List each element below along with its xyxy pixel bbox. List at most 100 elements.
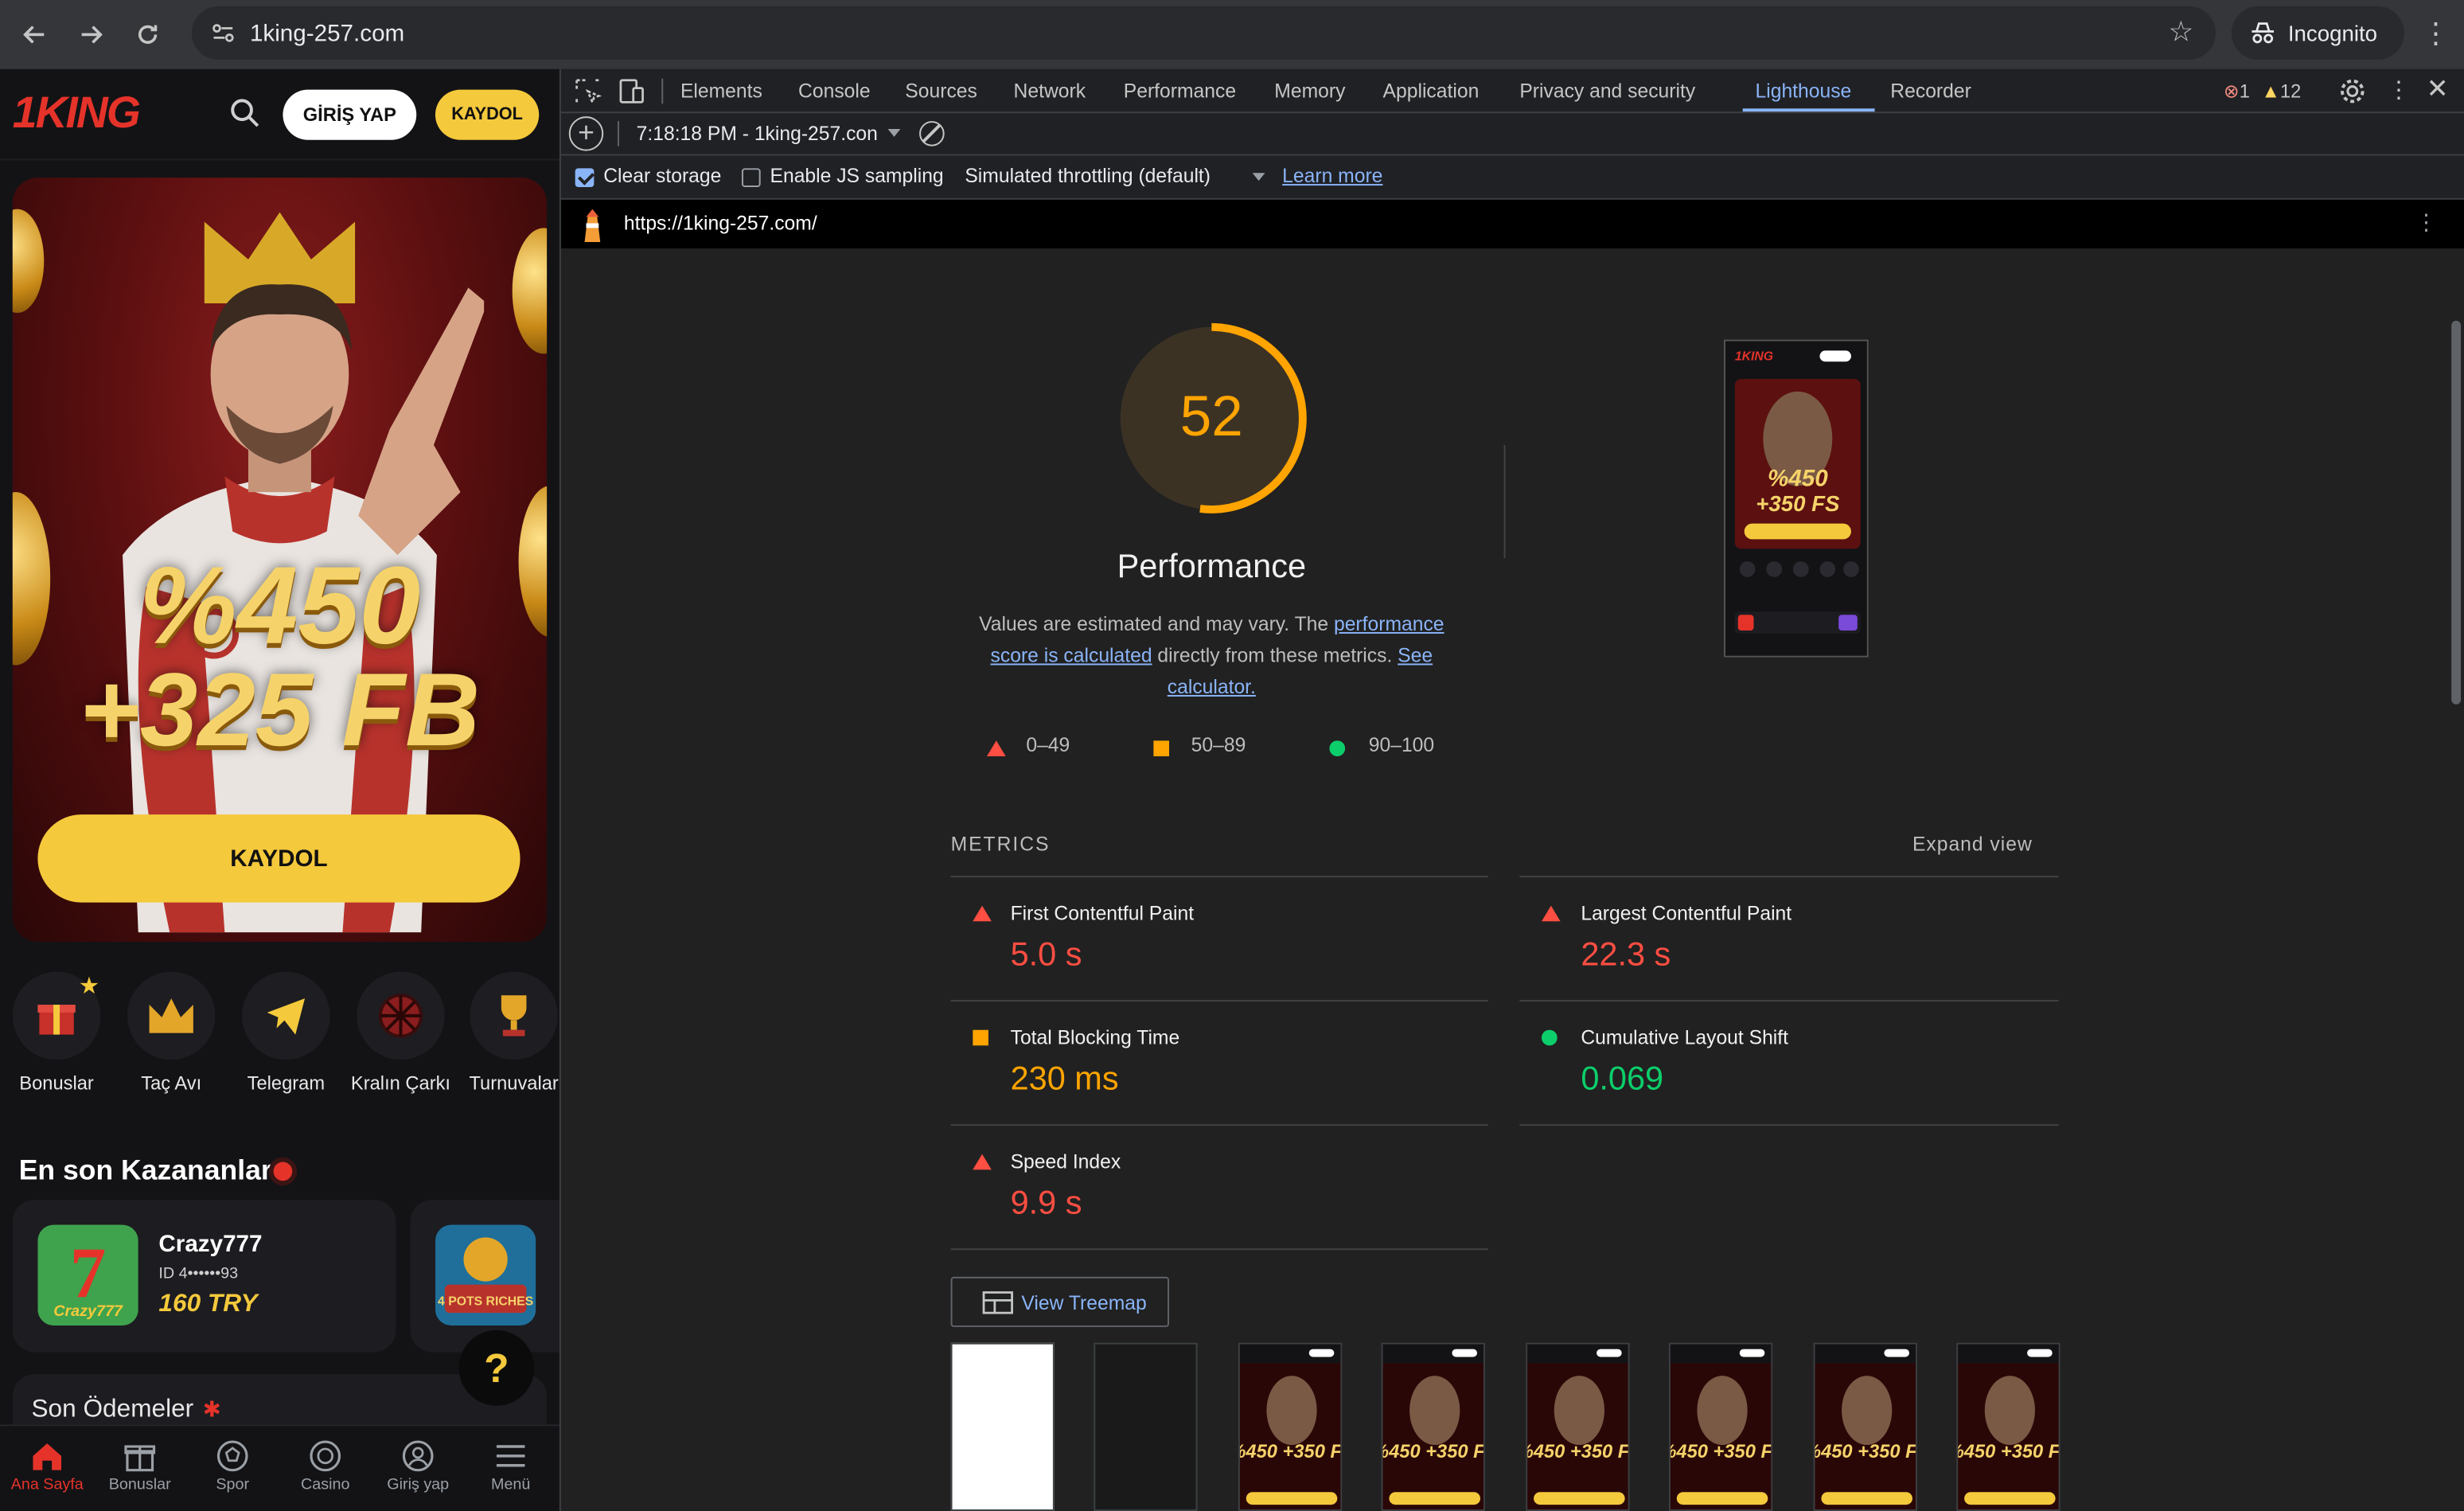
crown-icon — [127, 971, 216, 1060]
forward-arrow-icon[interactable] — [69, 13, 113, 57]
devtools-menu-icon[interactable]: ⋮ — [2387, 76, 2411, 104]
category-label: Bonuslar — [19, 1072, 94, 1095]
js-sampling-label[interactable]: Enable JS sampling — [770, 165, 944, 187]
throttling-select[interactable]: Simulated throttling (default) — [965, 165, 1211, 187]
tab-giris-yap[interactable]: Giriş yap — [371, 1435, 465, 1493]
expand-view-toggle[interactable]: Expand view — [1912, 834, 2033, 856]
tab-lighthouse[interactable]: Lighthouse — [1756, 80, 1852, 103]
category-label: Taç Avı — [141, 1072, 202, 1095]
clear-storage-label[interactable]: Clear storage — [603, 165, 721, 187]
tab-label: Bonuslar — [108, 1476, 171, 1494]
tab-menu[interactable]: Menü — [463, 1435, 557, 1493]
tab-privacy-security[interactable]: Privacy and security — [1519, 80, 1695, 103]
tab-recorder[interactable]: Recorder — [1890, 80, 1971, 103]
hero-banner[interactable]: %450 +325 FB KAYDOL — [12, 178, 548, 943]
fail-triangle-icon — [1541, 905, 1561, 922]
game-thumbnail: 4 POTS RICHES — [435, 1224, 536, 1326]
search-icon[interactable] — [229, 97, 260, 129]
tab-spor[interactable]: Spor — [185, 1435, 279, 1493]
filmstrip-frame[interactable]: %450 +350 FS — [1813, 1342, 1917, 1511]
view-treemap-button[interactable]: View Treemap — [950, 1276, 1170, 1327]
tab-memory[interactable]: Memory — [1274, 80, 1345, 103]
filmstrip-frame[interactable]: %450 +350 FS — [1956, 1342, 2060, 1511]
winner-card[interactable]: 7 Crazy777 Crazy777 ID 4••••••93 160 TRY — [12, 1199, 396, 1353]
menu-icon — [463, 1435, 557, 1476]
tab-label: Casino — [300, 1476, 350, 1494]
tab-ana-sayfa[interactable]: Ana Sayfa — [0, 1435, 94, 1493]
back-arrow-icon[interactable] — [13, 13, 57, 57]
site-logo[interactable]: 1KING — [13, 88, 141, 139]
issues-counter[interactable]: ⊗1 ▲12 — [2224, 80, 2301, 103]
fail-triangle-icon — [973, 905, 992, 922]
login-button[interactable]: GİRİŞ YAP — [283, 89, 417, 140]
js-sampling-checkbox[interactable] — [741, 168, 761, 188]
tab-performance[interactable]: Performance — [1124, 80, 1236, 103]
filmstrip-frame[interactable]: %450 +350 FS — [1526, 1342, 1630, 1511]
filmstrip-frame[interactable] — [1094, 1342, 1198, 1511]
metric-divider — [1519, 1000, 2059, 1002]
hero-register-button[interactable]: KAYDOL — [37, 814, 520, 903]
inspect-element-icon[interactable] — [574, 77, 602, 106]
winner-card[interactable]: 4 POTS RICHES — [410, 1199, 559, 1353]
asterisk-icon: ✱ — [202, 1396, 221, 1422]
chevron-down-icon[interactable] — [1252, 173, 1265, 182]
filmstrip-frame[interactable] — [950, 1342, 1055, 1511]
category-kralin-carki[interactable]: Kralın Çarkı — [345, 971, 455, 1095]
metrics-header: METRICS — [950, 833, 1051, 856]
metric-divider — [950, 876, 1488, 878]
site-header: 1KING GİRİŞ YAP KAYDOL — [0, 68, 559, 161]
clear-storage-checkbox[interactable] — [575, 168, 595, 188]
register-button[interactable]: KAYDOL — [435, 89, 540, 140]
clear-reports-icon[interactable] — [919, 121, 945, 146]
settings-gear-icon[interactable] — [2338, 77, 2367, 106]
final-screenshot[interactable]: 1KING %450 +350 FS — [1724, 339, 1869, 658]
filmstrip-promo-text: %450 +350 FS — [1527, 1442, 1629, 1462]
game-thumb-label: Crazy777 — [53, 1302, 123, 1320]
filmstrip-promo-text: %450 +350 FS — [1671, 1442, 1772, 1462]
bookmark-star-icon[interactable]: ☆ — [2169, 16, 2194, 49]
tab-elements[interactable]: Elements — [680, 80, 762, 103]
tab-label: Ana Sayfa — [10, 1476, 84, 1494]
chevron-down-icon[interactable] — [887, 128, 901, 137]
browser-menu-icon[interactable]: ⋮ — [2420, 16, 2451, 50]
filmstrip-frame[interactable]: %450 +350 FS — [1381, 1342, 1485, 1511]
device-toolbar-icon[interactable] — [618, 77, 646, 106]
new-report-button[interactable]: + — [568, 116, 604, 151]
address-url[interactable]: 1king-257.com — [250, 20, 404, 47]
tab-bonuslar[interactable]: Bonuslar — [92, 1435, 186, 1493]
site-settings-icon[interactable] — [211, 21, 236, 46]
fail-triangle-icon — [986, 740, 1006, 756]
filmstrip-frame[interactable]: %450 +350 FS — [1668, 1342, 1773, 1511]
incognito-badge[interactable]: Incognito — [2231, 6, 2404, 61]
tab-casino[interactable]: Casino — [278, 1435, 372, 1493]
category-tac-avi[interactable]: Taç Avı — [116, 971, 226, 1095]
tab-sources[interactable]: Sources — [905, 80, 977, 103]
filmstrip-frame[interactable]: %450 +350 FS — [1238, 1342, 1343, 1511]
tab-application[interactable]: Application — [1383, 80, 1480, 103]
learn-more-link[interactable]: Learn more — [1282, 165, 1382, 187]
tab-console[interactable]: Console — [798, 80, 871, 103]
category-turnuvalar[interactable]: Turnuvalar — [459, 971, 559, 1095]
report-url[interactable]: https://1king-257.com/ — [624, 213, 817, 235]
category-title: Performance — [1117, 549, 1307, 585]
category-telegram[interactable]: Telegram — [231, 971, 341, 1095]
warning-icon: ▲ — [2261, 80, 2280, 103]
close-devtools-icon[interactable]: ✕ — [2427, 74, 2449, 106]
scrollbar[interactable] — [2451, 320, 2462, 705]
address-bar[interactable]: 1king-257.com ☆ — [191, 6, 2216, 61]
pass-circle-icon — [1329, 740, 1346, 756]
tab-label: Menü — [490, 1476, 531, 1494]
metric-value-si: 9.9 s — [1010, 1185, 1082, 1222]
tab-network[interactable]: Network — [1014, 80, 1086, 103]
metric-divider — [950, 1124, 1488, 1126]
lighthouse-toolbar: + 7:18:18 PM - 1king-257.con — [560, 113, 2464, 156]
metric-divider — [950, 1000, 1488, 1002]
report-menu-icon[interactable]: ⋮ — [2415, 209, 2438, 236]
help-button[interactable]: ? — [458, 1329, 535, 1406]
filmstrip-promo-text: %450 +350 FS — [1815, 1442, 1917, 1462]
report-selector[interactable]: 7:18:18 PM - 1king-257.con — [637, 123, 878, 145]
reload-icon[interactable] — [126, 13, 170, 57]
svg-text:7: 7 — [70, 1232, 106, 1313]
metric-divider — [1519, 876, 2059, 878]
telegram-icon — [242, 971, 330, 1060]
